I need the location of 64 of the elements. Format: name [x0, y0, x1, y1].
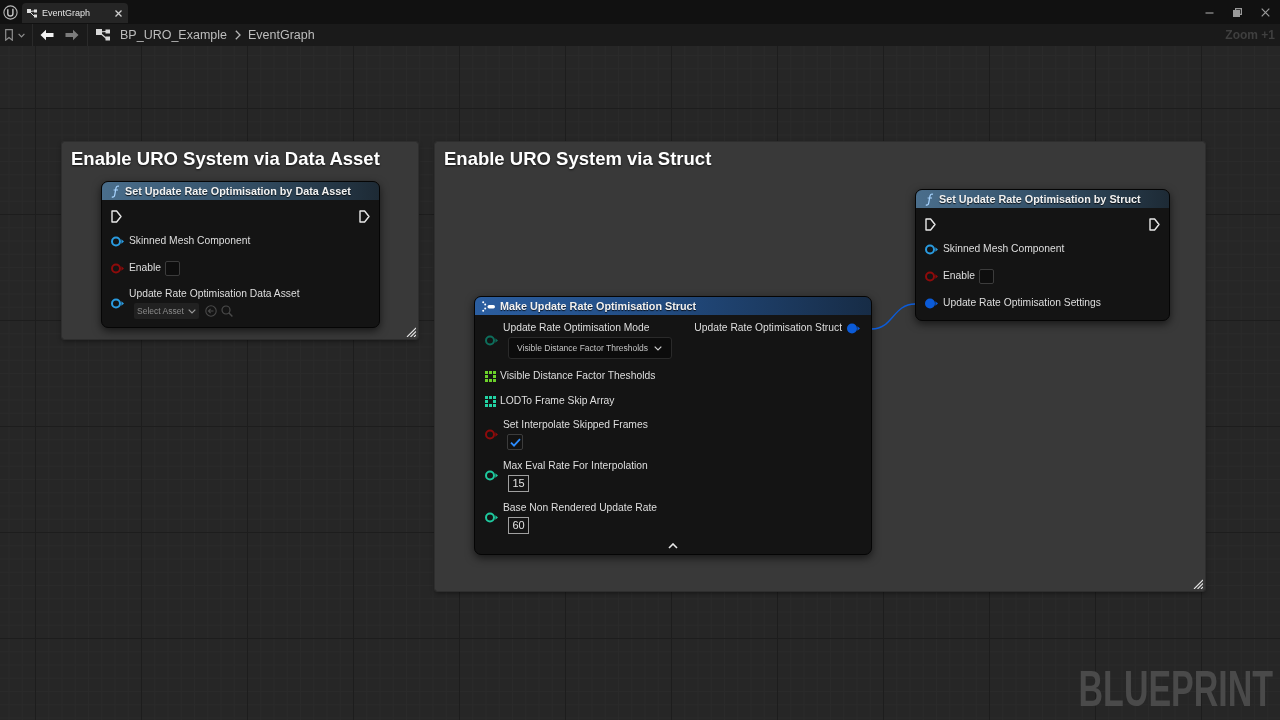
node-title: Set Update Rate Optimisation by Struct: [939, 193, 1141, 205]
close-icon[interactable]: [1261, 7, 1270, 17]
comment-title: Enable URO System via Data Asset: [71, 148, 380, 170]
checkbox[interactable]: [507, 434, 523, 450]
function-icon: [111, 184, 120, 198]
pin-label: Visible Distance Factor Thesholds: [500, 369, 656, 383]
number-field[interactable]: 15: [508, 475, 529, 492]
comment-box[interactable]: [435, 142, 1205, 591]
restore-icon[interactable]: [1233, 7, 1242, 17]
breadcrumb-link[interactable]: BP_URO_Example: [120, 28, 227, 42]
pin-icon[interactable]: [485, 470, 498, 481]
pin-label: Skinned Mesh Component: [129, 234, 251, 248]
enum-dropdown[interactable]: Visible Distance Factor Thresholds: [508, 337, 673, 359]
struct-node[interactable]: [474, 296, 872, 555]
pin-label: Enable: [129, 261, 162, 275]
function-icon: [925, 192, 934, 206]
close-icon[interactable]: [115, 9, 122, 17]
node-title: Set Update Rate Optimisation by Data Asset: [125, 185, 351, 197]
pin-label: LODTo Frame Skip Array: [500, 394, 615, 408]
pin-label: Max Eval Rate For Interpolation: [503, 459, 648, 473]
grid-pin-icon[interactable]: [485, 370, 496, 382]
caret-down-icon: [654, 345, 663, 351]
exec-pin-icon[interactable]: [111, 209, 122, 223]
bookmark-icon[interactable]: [5, 29, 13, 41]
pin-label: Update Rate Optimisation Struct: [694, 321, 842, 335]
pin-icon[interactable]: [485, 512, 498, 523]
pin-label: Set Interpolate Skipped Frames: [503, 418, 648, 432]
chevron-right-icon: [235, 30, 241, 40]
pin-icon[interactable]: [925, 243, 938, 255]
resize-grip-icon[interactable]: [1193, 579, 1203, 589]
logo-icon[interactable]: [3, 4, 18, 20]
chevron-up-icon[interactable]: [667, 543, 678, 549]
function-node[interactable]: Set Update Rate Optimisation by Struct Skinned Mesh Component Enable Update Rate Optimisation Settings: [915, 189, 1170, 321]
node-graph-icon: [96, 29, 110, 41]
checkbox[interactable]: [165, 260, 181, 276]
exec-pin-icon[interactable]: [359, 209, 370, 223]
asset-dropdown[interactable]: Select Asset: [134, 303, 199, 319]
comment-title: Enable URO System via Struct: [444, 148, 712, 170]
number-field[interactable]: 60: [508, 517, 529, 534]
caret-down-icon[interactable]: [18, 32, 25, 38]
checkbox[interactable]: [979, 268, 995, 284]
back-arrow-icon[interactable]: [40, 29, 54, 41]
pin-label: Enable: [943, 269, 976, 283]
pin-label: Update Rate Optimisation Data Asset: [129, 287, 300, 301]
node-title: Make Update Rate Optimisation Struct: [500, 300, 697, 312]
exec-pin-icon[interactable]: [1149, 217, 1160, 231]
node-graph-icon: [27, 8, 37, 18]
caret-down-icon: [187, 308, 196, 314]
struct-icon: [482, 300, 495, 312]
pin-label: Update Rate Optimisation Mode: [503, 321, 650, 335]
checkmark-icon: [509, 437, 521, 447]
pin-label: Skinned Mesh Component: [943, 242, 1065, 256]
wire: [871, 303, 916, 330]
breadcrumb-link[interactable]: EventGraph: [248, 28, 315, 42]
pin-label: Base Non Rendered Update Rate: [503, 501, 657, 515]
resize-grip-icon[interactable]: [406, 327, 416, 337]
comment-box[interactable]: Enable URO System via Data Asset Set Update Rate Optimisation by Data Asset Skinned Mesh Component Enable Update Rate Optimisation Data Asset Select Asset: [62, 142, 418, 339]
pin-label: Update Rate Optimisation Settings: [943, 296, 1101, 310]
grid-pin-icon[interactable]: [485, 395, 496, 407]
document-tab[interactable]: EventGraph: [22, 3, 128, 23]
pin-icon[interactable]: [111, 235, 124, 247]
exec-pin-icon[interactable]: [925, 217, 936, 231]
function-node[interactable]: Set Update Rate Optimisation by Data Asset Skinned Mesh Component Enable Update Rate Optimisation Data Asset Select Asset: [101, 181, 380, 328]
pin-icon[interactable]: [111, 297, 124, 309]
